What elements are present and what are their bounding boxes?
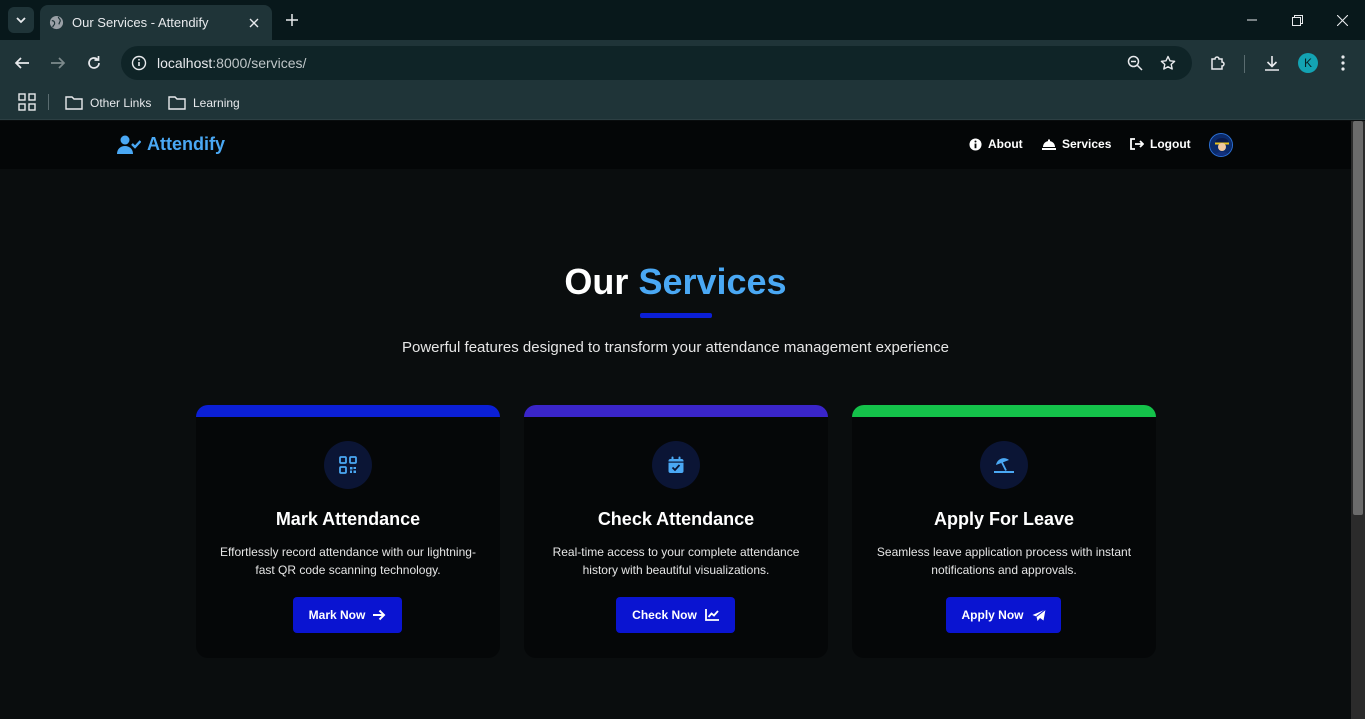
card-title: Check Attendance bbox=[597, 509, 755, 529]
arrow-right-icon bbox=[51, 57, 66, 69]
chart-line-icon bbox=[704, 609, 719, 621]
button-label: Mark Now bbox=[308, 608, 366, 622]
info-icon bbox=[969, 137, 982, 151]
site-navbar: Attendify About Services Logout bbox=[0, 121, 1351, 169]
nav-link-label: Logout bbox=[1150, 137, 1191, 151]
browser-tab-active[interactable]: Our Services - Attendify bbox=[40, 5, 272, 40]
card-title: Apply For Leave bbox=[933, 509, 1075, 529]
user-avatar[interactable] bbox=[1209, 133, 1233, 157]
nav-link-services[interactable]: Services bbox=[1042, 137, 1111, 151]
plus-icon bbox=[286, 14, 298, 26]
page-viewport: Attendify About Services Logout Our Serv… bbox=[0, 121, 1351, 719]
bookmarks-bar: Other Links Learning bbox=[0, 86, 1365, 120]
bookmark-learning[interactable]: Learning bbox=[168, 91, 240, 115]
nav-link-label: About bbox=[988, 137, 1023, 151]
back-button[interactable] bbox=[8, 49, 36, 77]
user-check-icon bbox=[117, 135, 141, 154]
extensions-button[interactable] bbox=[1204, 49, 1232, 77]
bookmark-star-icon[interactable] bbox=[1156, 51, 1180, 75]
service-card-check-attendance: Check Attendance Real-time access to you… bbox=[524, 405, 828, 658]
tab-title: Our Services - Attendify bbox=[72, 15, 209, 30]
close-tab-icon[interactable] bbox=[242, 11, 266, 35]
arrow-left-icon bbox=[14, 57, 29, 69]
page-title-plain: Our bbox=[564, 261, 629, 302]
minimize-button[interactable] bbox=[1229, 6, 1275, 34]
apply-now-button[interactable]: Apply Now bbox=[946, 597, 1061, 633]
globe-icon bbox=[48, 15, 64, 31]
nav-link-logout[interactable]: Logout bbox=[1130, 137, 1191, 151]
card-accent-bar bbox=[852, 405, 1156, 417]
paper-plane-icon bbox=[1032, 608, 1046, 621]
puzzle-icon bbox=[1211, 56, 1225, 70]
forward-button[interactable] bbox=[44, 49, 72, 77]
bookmarks-separator bbox=[48, 94, 49, 110]
mark-now-button[interactable]: Mark Now bbox=[293, 597, 402, 633]
folder-icon bbox=[65, 96, 83, 110]
card-title: Mark Attendance bbox=[275, 509, 421, 529]
card-accent-bar bbox=[524, 405, 828, 417]
button-label: Apply Now bbox=[961, 608, 1024, 622]
calendar-check-icon bbox=[668, 456, 684, 473]
browser-tab-bar: Our Services - Attendify bbox=[0, 0, 1365, 40]
site-info-icon[interactable] bbox=[127, 51, 151, 75]
profile-avatar[interactable]: K bbox=[1298, 53, 1318, 73]
card-description: Real-time access to your complete attend… bbox=[552, 545, 800, 577]
reload-icon bbox=[88, 56, 100, 69]
close-icon bbox=[1336, 14, 1348, 26]
address-bar[interactable]: localhost:8000/services/ bbox=[121, 46, 1192, 80]
download-icon bbox=[1265, 56, 1279, 71]
button-label: Check Now bbox=[632, 608, 697, 622]
page-subtitle: Powerful features designed to transform … bbox=[402, 339, 949, 356]
chevron-down-icon bbox=[16, 17, 26, 24]
close-window-button[interactable] bbox=[1319, 6, 1365, 34]
zoom-icon[interactable] bbox=[1123, 51, 1147, 75]
check-now-button[interactable]: Check Now bbox=[616, 597, 735, 633]
downloads-button[interactable] bbox=[1258, 49, 1286, 77]
sign-out-icon bbox=[1130, 138, 1144, 150]
tab-search-button[interactable] bbox=[8, 7, 34, 33]
qrcode-icon bbox=[339, 456, 357, 474]
title-underline bbox=[640, 313, 712, 318]
nav-link-about[interactable]: About bbox=[969, 137, 1023, 151]
minimize-icon bbox=[1247, 19, 1257, 21]
browser-toolbar: localhost:8000/services/ bbox=[0, 40, 1365, 86]
page-title-accent: Services bbox=[638, 261, 787, 302]
restore-icon bbox=[1291, 14, 1303, 26]
card-description: Seamless leave application process with … bbox=[876, 545, 1132, 577]
card-icon-circle bbox=[324, 441, 372, 489]
folder-icon bbox=[168, 96, 186, 110]
bookmark-other-links[interactable]: Other Links bbox=[65, 91, 151, 115]
card-description: Effortlessly record attendance with our … bbox=[220, 545, 476, 577]
reload-button[interactable] bbox=[80, 49, 108, 77]
toolbar-separator bbox=[1244, 55, 1245, 73]
brand-logo-link[interactable]: Attendify bbox=[117, 134, 225, 155]
bookmark-label: Learning bbox=[193, 96, 240, 110]
browser-menu-button[interactable] bbox=[1329, 49, 1357, 77]
scrollbar-thumb[interactable] bbox=[1353, 121, 1363, 515]
brand-name: Attendify bbox=[147, 134, 225, 154]
bookmark-label: Other Links bbox=[90, 96, 152, 110]
kebab-menu-icon bbox=[1341, 55, 1345, 71]
card-icon-circle bbox=[652, 441, 700, 489]
page-title: Our Services bbox=[0, 261, 1351, 303]
avatar-image bbox=[1210, 134, 1232, 156]
nav-link-label: Services bbox=[1062, 137, 1112, 151]
apps-grid-icon[interactable] bbox=[18, 93, 36, 111]
umbrella-beach-icon bbox=[994, 458, 1014, 473]
restore-button[interactable] bbox=[1274, 6, 1320, 34]
card-accent-bar bbox=[196, 405, 500, 417]
url-host: localhost bbox=[157, 55, 213, 71]
card-icon-circle bbox=[980, 441, 1028, 489]
new-tab-button[interactable] bbox=[280, 8, 304, 32]
service-card-apply-leave: Apply For Leave Seamless leave applicati… bbox=[852, 405, 1156, 658]
concierge-bell-icon bbox=[1042, 139, 1056, 150]
arrow-right-icon bbox=[373, 609, 386, 621]
url-text[interactable]: localhost:8000/services/ bbox=[157, 55, 306, 71]
url-path: :8000/services/ bbox=[212, 55, 307, 71]
service-card-mark-attendance: Mark Attendance Effortlessly record atte… bbox=[196, 405, 500, 658]
